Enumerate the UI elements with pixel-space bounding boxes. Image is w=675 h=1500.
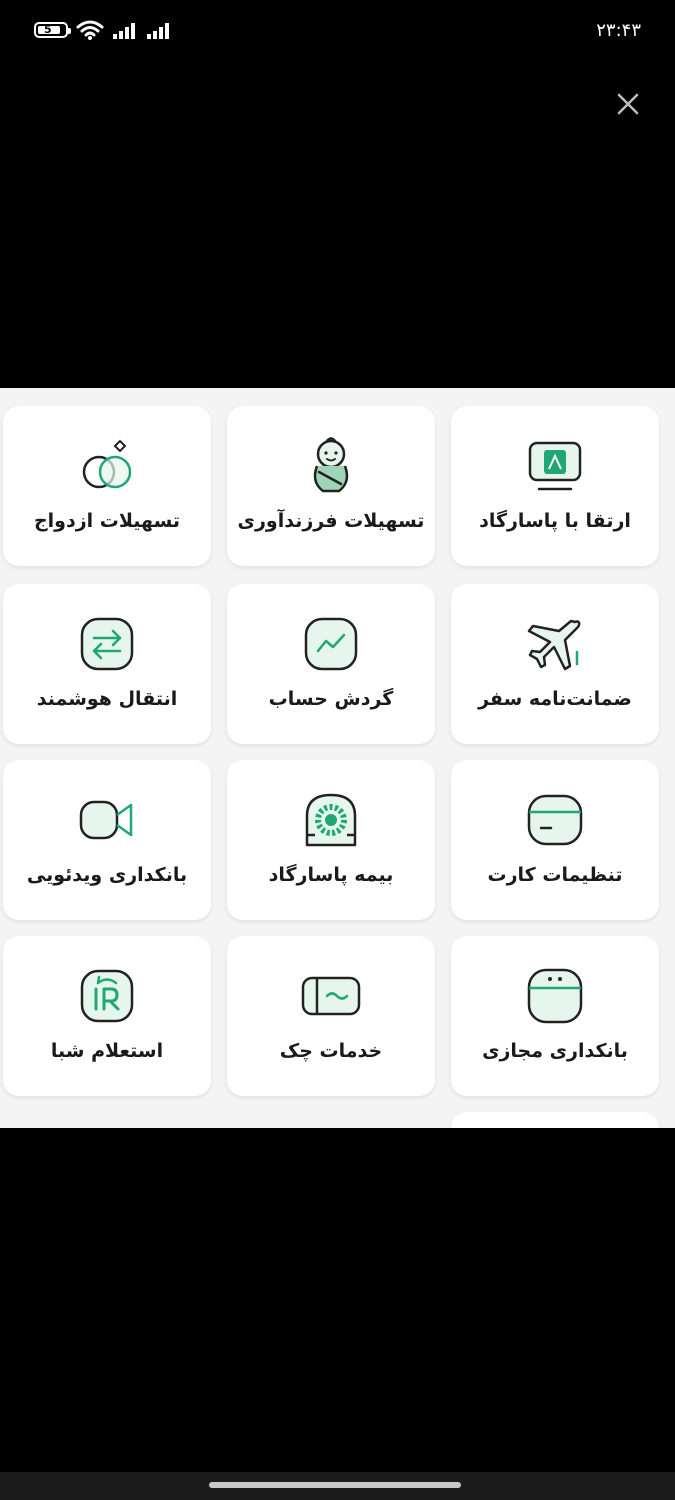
tile-label: بانکداری مجازی bbox=[482, 1040, 628, 1062]
tile-video-banking[interactable]: بانکداری ویدئویی bbox=[3, 760, 211, 920]
battery-level: 5 bbox=[44, 23, 52, 36]
card-settings-icon bbox=[527, 794, 583, 846]
tile-marriage-loan[interactable]: تسهیلات ازدواج bbox=[3, 406, 211, 566]
status-icons: 5 bbox=[34, 20, 172, 40]
services-sheet: ارتقا با پاسارگاد تسهیلات فرزندآوری تسهی… bbox=[0, 388, 675, 1128]
airplane-icon bbox=[527, 619, 581, 671]
tile-sheba-inquiry[interactable]: استعلام شبا bbox=[3, 936, 211, 1096]
tile-travel-guarantee[interactable]: ضمانت‌نامه سفر bbox=[451, 584, 659, 744]
tile-label: تسهیلات ازدواج bbox=[33, 510, 181, 532]
baby-icon bbox=[313, 437, 349, 493]
tile-label: استعلام شبا bbox=[50, 1040, 164, 1062]
battery-icon: 5 bbox=[34, 22, 71, 38]
tile-partial[interactable] bbox=[451, 1112, 659, 1128]
rings-icon bbox=[82, 439, 132, 489]
signal-icon-2 bbox=[147, 23, 169, 39]
tile-upgrade-pasargad[interactable]: ارتقا با پاسارگاد bbox=[451, 406, 659, 566]
close-icon bbox=[617, 93, 639, 115]
tile-virtual-banking[interactable]: بانکداری مجازی bbox=[451, 936, 659, 1096]
status-bar: 5 ۲۳:۴۳ bbox=[0, 0, 675, 64]
smart-transfer-icon bbox=[80, 617, 134, 671]
virtual-banking-icon bbox=[527, 968, 583, 1024]
tile-label: انتقال هوشمند bbox=[36, 688, 178, 710]
cheque-icon bbox=[301, 976, 361, 1016]
tile-pasargad-insurance[interactable]: بیمه پاسارگاد bbox=[227, 760, 435, 920]
tile-label: ضمانت‌نامه سفر bbox=[478, 688, 632, 710]
tile-label: تسهیلات فرزندآوری bbox=[237, 510, 425, 532]
tile-card-settings[interactable]: تنظیمات کارت bbox=[451, 760, 659, 920]
home-indicator[interactable] bbox=[209, 1482, 461, 1488]
tile-label: خدمات چک bbox=[279, 1040, 383, 1062]
video-banking-icon bbox=[79, 800, 133, 840]
close-button[interactable] bbox=[610, 86, 646, 122]
navigation-bar bbox=[0, 1472, 675, 1500]
tile-label: بانکداری ویدئویی bbox=[26, 864, 188, 886]
wifi-icon bbox=[76, 20, 104, 40]
tile-childbirth-loan[interactable]: تسهیلات فرزندآوری bbox=[227, 406, 435, 566]
tile-cheque-services[interactable]: خدمات چک bbox=[227, 936, 435, 1096]
tile-label: تنظیمات کارت bbox=[487, 864, 623, 886]
insurance-icon bbox=[305, 793, 357, 847]
upgrade-monitor-icon bbox=[528, 441, 582, 491]
tile-label: گردش حساب bbox=[268, 688, 394, 710]
account-turnover-icon bbox=[304, 617, 358, 671]
tile-smart-transfer[interactable]: انتقال هوشمند bbox=[3, 584, 211, 744]
clock: ۲۳:۴۳ bbox=[596, 20, 641, 41]
tile-account-turnover[interactable]: گردش حساب bbox=[227, 584, 435, 744]
signal-icon-1 bbox=[113, 23, 135, 39]
tile-label: بیمه پاسارگاد bbox=[268, 864, 394, 886]
tile-label: ارتقا با پاسارگاد bbox=[479, 510, 631, 532]
sheba-inquiry-icon bbox=[80, 969, 134, 1023]
